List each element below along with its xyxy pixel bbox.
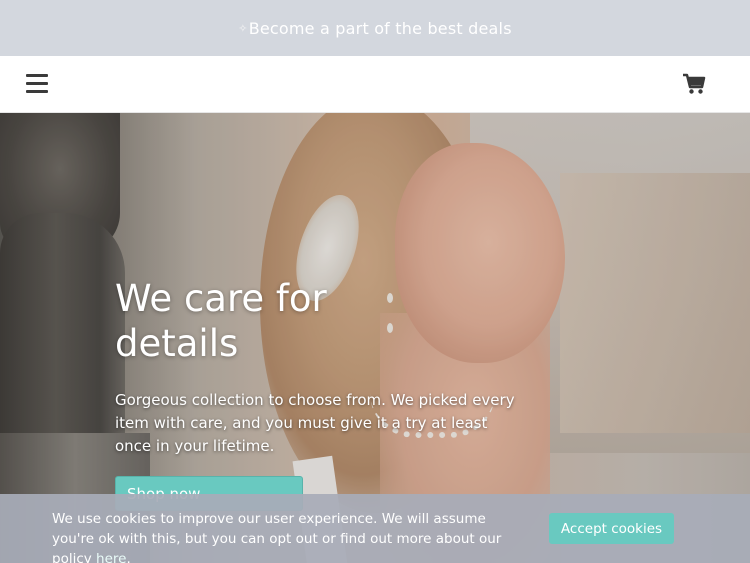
announcement-text: Become a part of the best deals	[248, 18, 512, 38]
hamburger-menu-icon[interactable]	[26, 74, 48, 94]
cookie-message: We use cookies to improve our user exper…	[52, 509, 522, 563]
hero-title: We care for details	[115, 277, 327, 365]
hero-subtitle: Gorgeous collection to choose from. We p…	[115, 391, 515, 455]
sparkle-icon: ✧	[238, 21, 248, 35]
announcement-bar: ✧ Become a part of the best deals	[0, 0, 750, 56]
cookie-trailing: .	[126, 551, 131, 563]
cookie-policy-link[interactable]: here	[96, 551, 126, 563]
navbar	[0, 56, 750, 113]
accept-cookies-button[interactable]: Accept cookies	[549, 513, 674, 544]
shopping-cart-icon[interactable]	[682, 73, 708, 97]
cookie-banner: We use cookies to improve our user exper…	[0, 494, 750, 563]
